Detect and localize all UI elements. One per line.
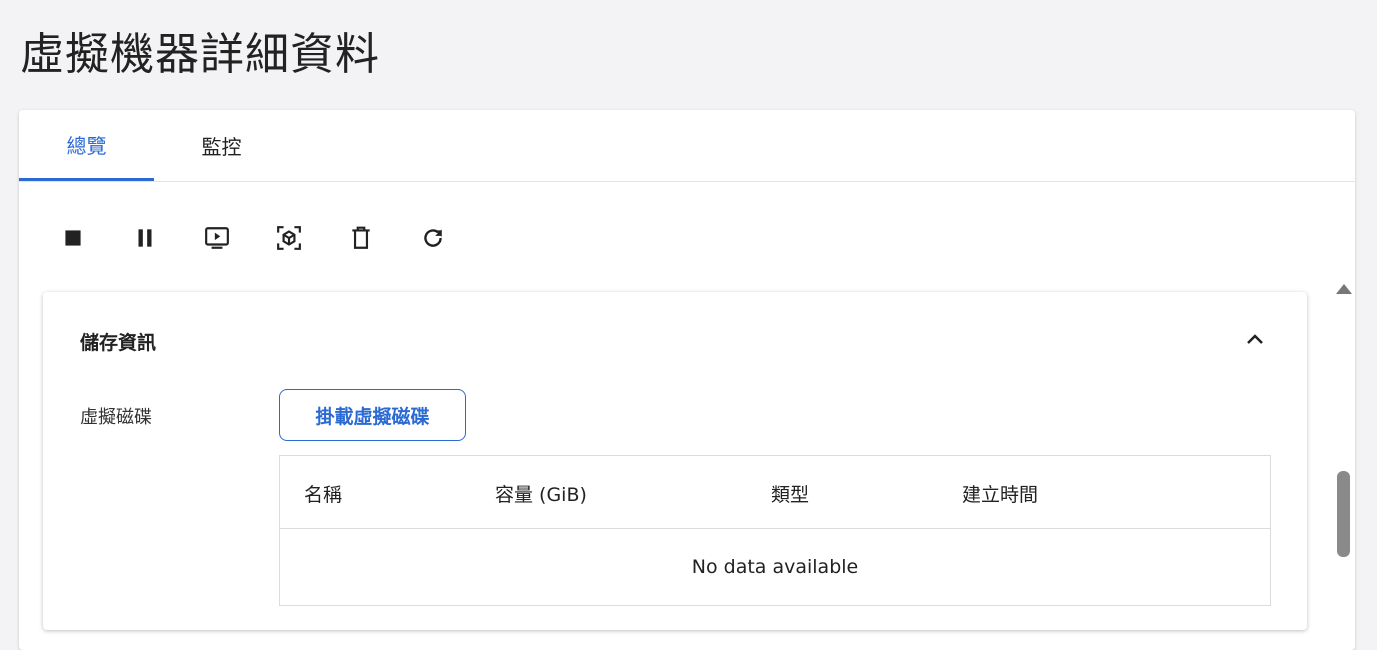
console-icon: [205, 227, 229, 249]
column-header-created-time[interactable]: 建立時間: [962, 480, 1038, 507]
details-card: 總覽 監控 儲存資訊 虛擬磁碟 掛載虛擬磁碟 名稱 容量 (GiB) 類型 建立…: [19, 110, 1355, 650]
vm-action-toolbar: [55, 220, 451, 256]
refresh-button[interactable]: [415, 220, 451, 256]
storage-info-title: 儲存資訊: [80, 332, 157, 354]
pause-button[interactable]: [127, 220, 163, 256]
console-button[interactable]: [199, 220, 235, 256]
chevron-up-icon[interactable]: [1243, 328, 1267, 352]
table-header: 名稱 容量 (GiB) 類型 建立時間: [280, 456, 1270, 529]
tab-monitoring[interactable]: 監控: [154, 110, 289, 181]
attach-virtual-disk-button[interactable]: 掛載虛擬磁碟: [279, 389, 466, 441]
stop-icon: [65, 230, 81, 246]
column-header-type[interactable]: 類型: [771, 480, 809, 507]
virtual-disk-table: 名稱 容量 (GiB) 類型 建立時間 No data available: [279, 455, 1271, 606]
empty-state-text: No data available: [691, 556, 859, 578]
page-title: 虛擬機器詳細資料: [20, 29, 380, 80]
snapshot-button[interactable]: [271, 220, 307, 256]
column-header-name[interactable]: 名稱: [304, 480, 342, 507]
tab-overview[interactable]: 總覽: [19, 110, 154, 181]
stop-button[interactable]: [55, 220, 91, 256]
scrollbar-thumb[interactable]: [1337, 471, 1350, 557]
delete-button[interactable]: [343, 220, 379, 256]
refresh-icon: [424, 229, 442, 247]
virtual-disk-label: 虛擬磁碟: [80, 407, 152, 428]
snapshot-icon: [277, 226, 301, 250]
pause-icon: [138, 229, 152, 247]
storage-info-panel: 儲存資訊 虛擬磁碟 掛載虛擬磁碟 名稱 容量 (GiB) 類型 建立時間 No …: [43, 292, 1307, 630]
column-header-capacity[interactable]: 容量 (GiB): [495, 480, 587, 507]
tab-bar: 總覽 監控: [19, 110, 1355, 182]
delete-icon: [352, 226, 370, 249]
scroll-up-arrow-icon[interactable]: [1336, 284, 1352, 294]
